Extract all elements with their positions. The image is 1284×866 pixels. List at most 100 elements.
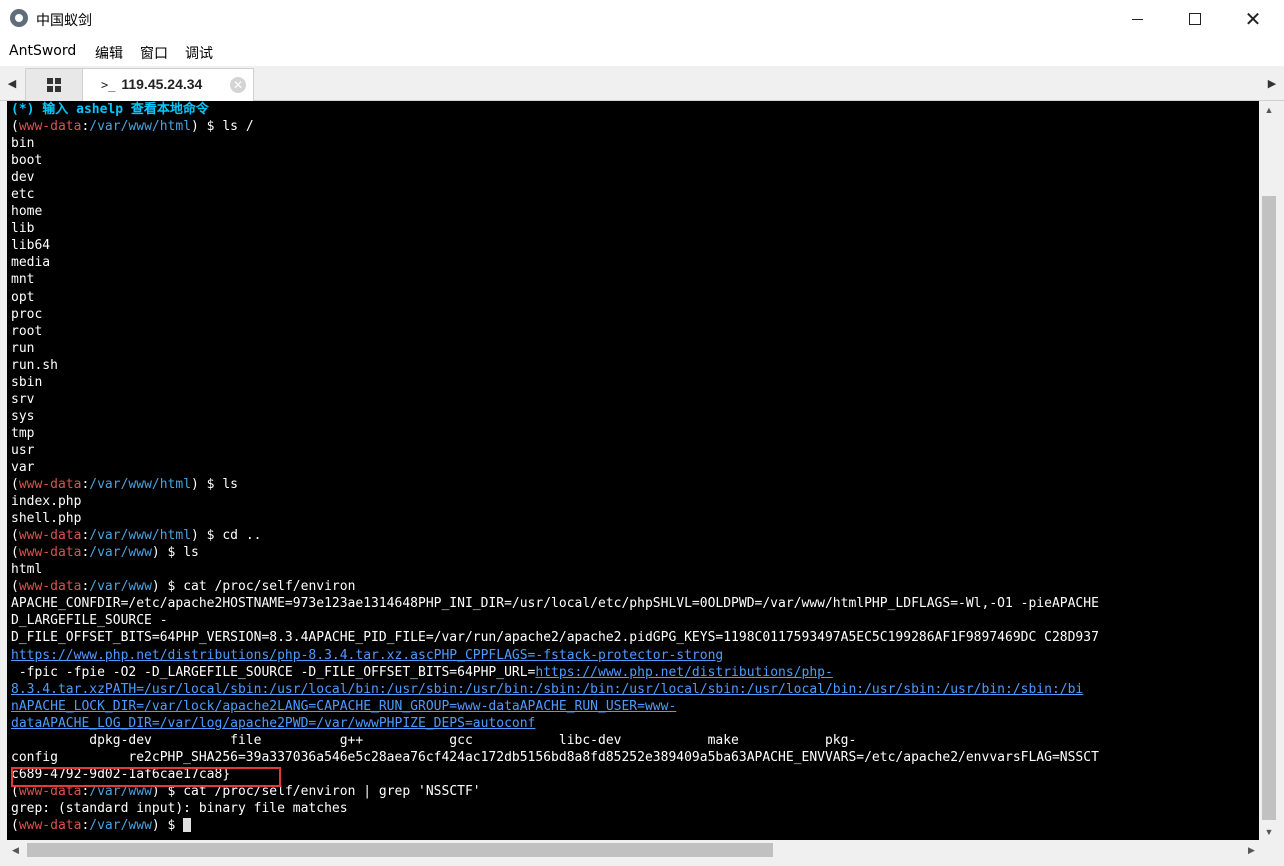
tab-scroll-right-icon[interactable]: ▶ (1262, 66, 1282, 100)
prompt-paren: ( (11, 119, 19, 135)
terminal-output-line: boot (11, 153, 43, 169)
vertical-scroll-thumb[interactable] (1262, 196, 1276, 820)
terminal-output-line: lib64 (11, 238, 51, 254)
prompt-paren: ( (11, 477, 19, 493)
prompt-user: www-data (18, 528, 82, 544)
minimize-button[interactable] (1108, 0, 1166, 38)
title-bar: 中国蚁剑 ✕ (0, 0, 1284, 38)
terminal-output-line: APACHE_CONFDIR=/etc/apache2HOSTNAME=973e… (11, 596, 1099, 612)
minimize-icon (1131, 18, 1143, 20)
terminal-link[interactable]: https://www.php.net/distributions/php-8.… (11, 648, 723, 663)
terminal-command: ls / (222, 119, 254, 135)
terminal-output-line: dpkg-dev file g++ gcc libc-dev make pkg- (11, 732, 857, 748)
terminal-output-line: proc (11, 306, 43, 322)
terminal-output-line: media (11, 255, 51, 271)
antsword-logo-icon (10, 9, 28, 27)
terminal-output-line: html (11, 562, 43, 578)
menu-edit[interactable]: 编辑 (95, 43, 123, 63)
terminal-link[interactable]: dataAPACHE_LOG_DIR=/var/log/apache2PWD=/… (11, 716, 535, 731)
tab-close-icon[interactable]: ✕ (230, 77, 246, 93)
prompt-path: /var/www (89, 545, 152, 561)
highlight-box (11, 767, 281, 787)
prompt-dollar: ) $ (151, 579, 184, 595)
prompt-dollar: ) $ (191, 528, 223, 544)
terminal-output-line: index.php (11, 494, 82, 510)
terminal-output-line: dev (11, 170, 35, 186)
terminal-output-line: bin (11, 136, 35, 152)
scroll-left-icon[interactable]: ◀ (7, 840, 24, 860)
prompt-user: www-data (18, 579, 82, 595)
prompt-path: /var/www (89, 817, 152, 833)
prompt-dollar: ) $ (151, 817, 184, 833)
tab-terminal[interactable]: >_ 119.45.24.34 ✕ (82, 68, 254, 102)
terminal-command: ls (183, 545, 199, 561)
terminal-output-line: etc (11, 187, 35, 203)
terminal-current-prompt: (www-data:/var/www) $ (11, 817, 1259, 834)
terminal-command-line: (www-data:/var/www/html) $ cd .. (11, 527, 1259, 544)
scroll-down-icon[interactable]: ▼ (1260, 823, 1278, 840)
terminal-output-line: run (11, 340, 35, 356)
terminal-output-line: usr (11, 442, 35, 458)
window-title: 中国蚁剑 (36, 13, 92, 29)
menu-antsword[interactable]: AntSword (9, 43, 76, 59)
horizontal-scroll-thumb[interactable] (27, 843, 773, 857)
close-button[interactable]: ✕ (1224, 0, 1282, 38)
close-icon: ✕ (1244, 7, 1262, 31)
prompt-dollar: ) $ (191, 119, 223, 135)
terminal-output-line: srv (11, 391, 35, 407)
terminal-output: (*) 输入 ashelp 查看本地命令 (www-data:/var/www/… (11, 101, 1259, 834)
terminal-link-line: https://www.php.net/distributions/php-8.… (11, 647, 1259, 664)
terminal-output-line: config re2cPHP_SHA256=39a337036a546e5c28… (11, 749, 1099, 765)
terminal-hint: (*) 输入 ashelp 查看本地命令 (11, 102, 209, 117)
maximize-icon (1189, 13, 1201, 25)
terminal-output-line: sbin (11, 374, 43, 390)
prompt-paren: ( (11, 817, 19, 833)
terminal-output-line: root (11, 323, 43, 339)
terminal-output-line: D_LARGEFILE_SOURCE - (11, 613, 168, 629)
prompt-paren: ( (11, 528, 19, 544)
terminal-link-line: nAPACHE_LOCK_DIR=/var/lock/apache2LANG=C… (11, 698, 1259, 715)
terminal-command-line: (www-data:/var/www/html) $ ls (11, 476, 1259, 493)
prompt-path: /var/www/html (89, 119, 192, 135)
terminal-output-line: opt (11, 289, 35, 305)
scroll-right-icon[interactable]: ▶ (1243, 840, 1260, 860)
grid-icon (47, 78, 61, 92)
terminal-output-line: -fpic -fpie -O2 -D_LARGEFILE_SOURCE -D_F… (11, 664, 1259, 681)
maximize-button[interactable] (1166, 0, 1224, 38)
terminal-cursor (183, 818, 192, 833)
menu-bar: AntSword 编辑 窗口 调试 (0, 38, 1284, 66)
tab-home[interactable] (25, 68, 83, 101)
terminal-output-line: tmp (11, 425, 35, 441)
prompt-paren: ( (11, 579, 19, 595)
tab-scroll-left-icon[interactable]: ◀ (2, 66, 22, 100)
terminal-command-line: (www-data:/var/www) $ cat /proc/self/env… (11, 578, 1259, 595)
menu-window[interactable]: 窗口 (140, 43, 168, 63)
terminal-link[interactable]: https://www.php.net/distributions/php- (535, 665, 832, 680)
terminal-output-line: var (11, 459, 35, 475)
terminal-output-line: mnt (11, 272, 35, 288)
prompt-dollar: ) $ (191, 477, 223, 493)
terminal-output-text: -fpic -fpie -O2 -D_LARGEFILE_SOURCE -D_F… (11, 664, 536, 680)
terminal-link[interactable]: 8.3.4.tar.xzPATH=/usr/local/sbin:/usr/lo… (11, 682, 1083, 697)
prompt-path: /var/www/html (89, 528, 192, 544)
terminal-link-line: 8.3.4.tar.xzPATH=/usr/local/sbin:/usr/lo… (11, 681, 1259, 698)
scroll-up-icon[interactable]: ▲ (1260, 101, 1278, 118)
horizontal-scrollbar[interactable]: ◀ ▶ (7, 840, 1260, 860)
terminal-link[interactable]: nAPACHE_LOCK_DIR=/var/lock/apache2LANG=C… (11, 699, 676, 714)
terminal-panel[interactable]: (*) 输入 ashelp 查看本地命令 (www-data:/var/www/… (7, 101, 1259, 840)
prompt-dollar: ) $ (151, 545, 184, 561)
vertical-scrollbar[interactable]: ▲ ▼ (1260, 101, 1278, 840)
terminal-command: ls (222, 477, 238, 493)
terminal-command: cat /proc/self/environ (183, 579, 356, 595)
prompt-user: www-data (18, 545, 82, 561)
terminal-command: cd .. (222, 528, 262, 544)
terminal-output-line: home (11, 204, 43, 220)
tab-bar: ◀ >_ 119.45.24.34 ✕ ▶ (0, 66, 1284, 102)
prompt-user: www-data (18, 817, 82, 833)
terminal-link-line: dataAPACHE_LOG_DIR=/var/log/apache2PWD=/… (11, 715, 1259, 732)
prompt-path: /var/www/html (89, 477, 192, 493)
terminal-command-line: (www-data:/var/www/html) $ ls / (11, 118, 1259, 135)
terminal-output-line: shell.php (11, 511, 82, 527)
terminal-output-line: run.sh (11, 357, 58, 373)
menu-debug[interactable]: 调试 (185, 43, 213, 63)
